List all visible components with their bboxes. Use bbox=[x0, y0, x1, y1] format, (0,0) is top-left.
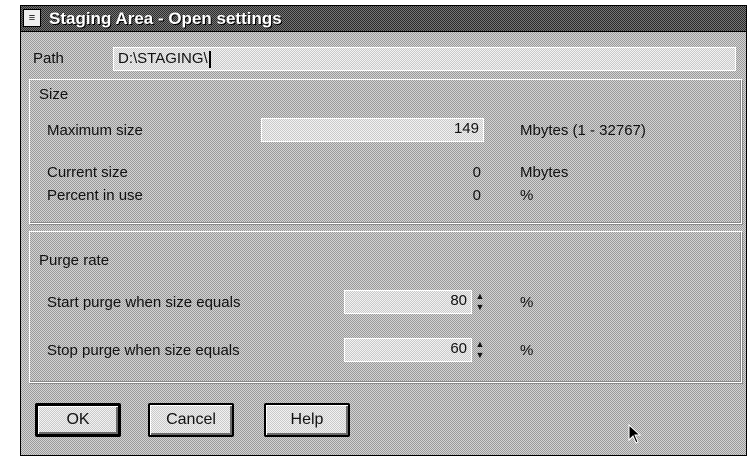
current-size-label: Current size bbox=[47, 164, 128, 181]
path-input[interactable]: D:\STAGING\ bbox=[113, 47, 736, 71]
spin-up-icon[interactable]: ▲ bbox=[474, 339, 486, 350]
stop-purge-input[interactable]: 60 bbox=[344, 338, 472, 362]
maximum-size-label: Maximum size bbox=[47, 122, 143, 139]
cancel-button[interactable]: Cancel bbox=[148, 403, 234, 437]
mouse-pointer-icon bbox=[628, 424, 642, 444]
percent-in-use-value: 0 bbox=[472, 187, 481, 204]
system-menu-icon[interactable]: ≡ bbox=[23, 9, 41, 27]
start-purge-label: Start purge when size equals bbox=[47, 294, 241, 311]
current-size-value: 0 bbox=[472, 164, 481, 181]
ok-button[interactable]: OK bbox=[35, 403, 121, 437]
maximum-size-input[interactable]: 149 bbox=[261, 118, 484, 142]
start-purge-input[interactable]: 80 bbox=[344, 290, 472, 314]
purge-group-heading: Purge rate bbox=[39, 252, 110, 269]
path-label: Path bbox=[33, 50, 64, 67]
window-title: Staging Area - Open settings bbox=[49, 9, 282, 28]
maximum-size-unit: Mbytes (1 - 32767) bbox=[520, 122, 646, 139]
text-caret bbox=[208, 50, 211, 68]
start-purge-unit: % bbox=[520, 294, 534, 311]
stop-purge-spinner[interactable]: ▲ ▼ bbox=[474, 339, 486, 361]
stop-purge-unit: % bbox=[520, 342, 534, 359]
size-group-heading: Size bbox=[39, 86, 69, 103]
help-button[interactable]: Help bbox=[264, 403, 350, 437]
title-bar[interactable]: ≡ Staging Area - Open settings bbox=[21, 6, 746, 32]
current-size-unit: Mbytes bbox=[520, 164, 569, 181]
settings-window: ≡ Staging Area - Open settings Path D:\S… bbox=[20, 5, 747, 456]
stop-purge-label: Stop purge when size equals bbox=[47, 342, 240, 359]
percent-in-use-label: Percent in use bbox=[47, 187, 143, 204]
percent-in-use-unit: % bbox=[520, 187, 534, 204]
path-value: D:\STAGING\ bbox=[118, 50, 208, 67]
start-purge-spinner[interactable]: ▲ ▼ bbox=[474, 291, 486, 313]
spin-down-icon[interactable]: ▼ bbox=[474, 350, 486, 361]
spin-down-icon[interactable]: ▼ bbox=[474, 302, 486, 313]
spin-up-icon[interactable]: ▲ bbox=[474, 291, 486, 302]
